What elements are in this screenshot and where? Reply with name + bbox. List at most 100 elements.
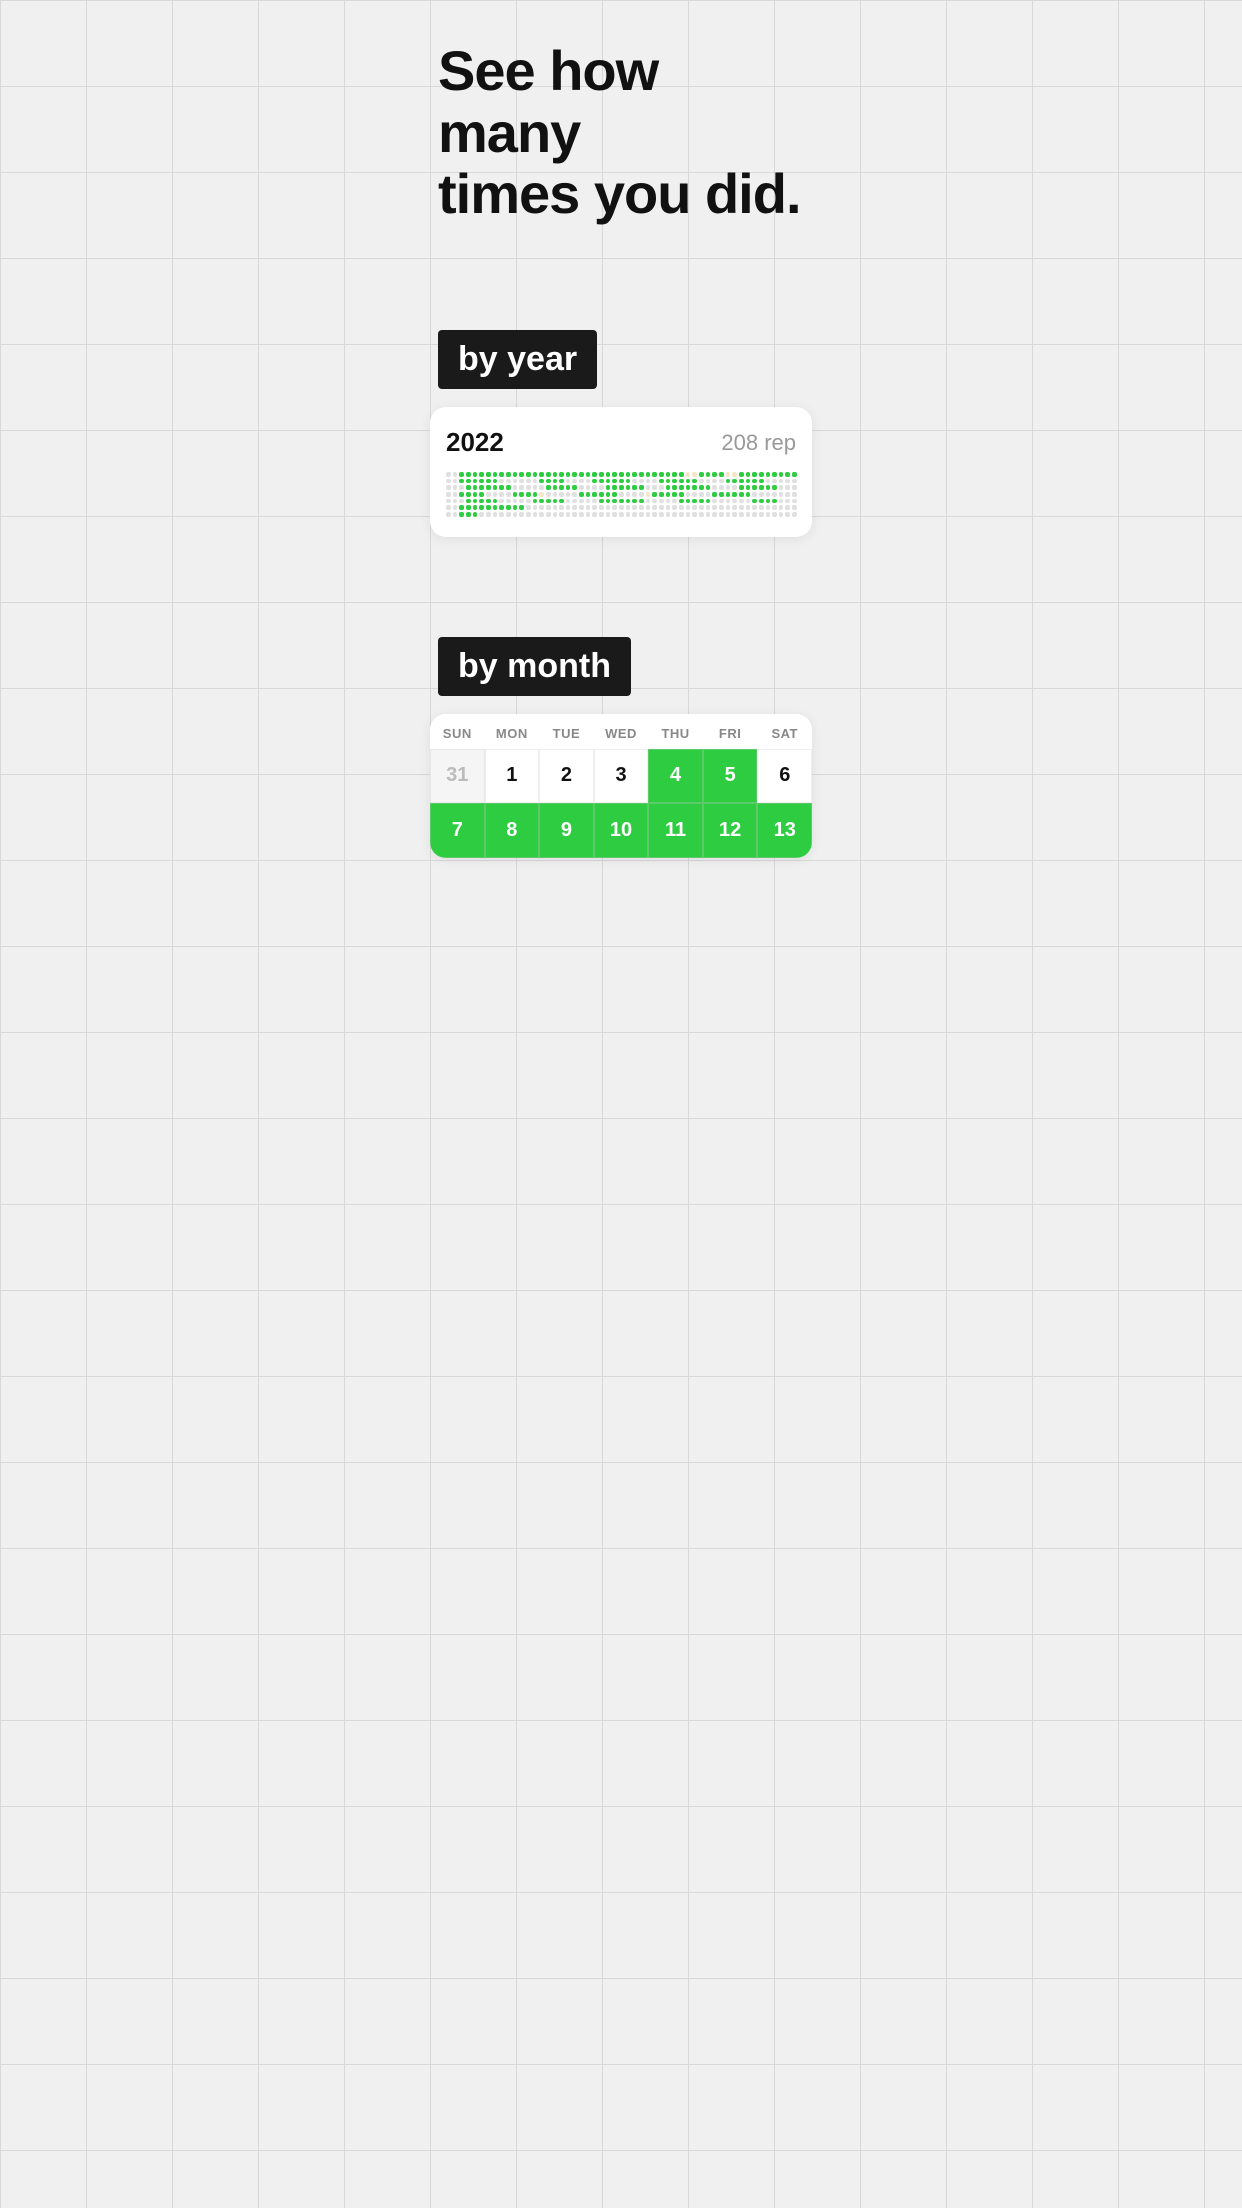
by-month-label[interactable]: by month (438, 637, 631, 696)
heatmap-cell (712, 485, 717, 490)
heatmap-cell (499, 512, 504, 517)
heatmap-cell (526, 485, 531, 490)
heatmap-cell (619, 479, 624, 484)
heatmap-cell (533, 485, 538, 490)
heatmap-cell (599, 505, 604, 510)
heatmap-cell (672, 505, 677, 510)
calendar-day-header: SUN (430, 726, 485, 741)
heatmap-cell (785, 512, 790, 517)
heatmap-cell (553, 472, 558, 477)
calendar-cell[interactable]: 8 (485, 803, 540, 858)
calendar-cell[interactable]: 4 (648, 749, 703, 804)
heatmap-cell (699, 479, 704, 484)
heatmap-cell (579, 485, 584, 490)
heatmap-cell (752, 499, 757, 504)
heatmap-cell (766, 505, 771, 510)
heatmap-cell (632, 505, 637, 510)
section-spacer (414, 557, 828, 617)
heatmap-cell (566, 492, 571, 497)
heatmap-cell (619, 505, 624, 510)
heatmap-cell (533, 479, 538, 484)
heatmap-cell (586, 492, 591, 497)
heatmap-cell (706, 472, 711, 477)
heatmap-cell (453, 499, 458, 504)
calendar-day-header: MON (485, 726, 540, 741)
heatmap-cell (486, 485, 491, 490)
heatmap-cell (666, 492, 671, 497)
heatmap-cell (453, 472, 458, 477)
by-year-label[interactable]: by year (438, 330, 597, 389)
calendar-cell[interactable]: 2 (539, 749, 594, 804)
heatmap-cell (592, 472, 597, 477)
heatmap-cell (592, 479, 597, 484)
heatmap-cell (679, 485, 684, 490)
heatmap-cell (785, 472, 790, 477)
heatmap-cell (626, 505, 631, 510)
heatmap-cell (772, 479, 777, 484)
heatmap-cell (486, 499, 491, 504)
heatmap-cell (553, 505, 558, 510)
heatmap-cell (706, 505, 711, 510)
heatmap-cell (692, 485, 697, 490)
heatmap-cell (486, 472, 491, 477)
heatmap-cell (719, 505, 724, 510)
heatmap-cell (612, 485, 617, 490)
heatmap-cell (686, 492, 691, 497)
heatmap-cell (706, 492, 711, 497)
heatmap-cell (659, 505, 664, 510)
heatmap-cell (739, 505, 744, 510)
heatmap-cell (746, 499, 751, 504)
heatmap-cell (546, 485, 551, 490)
heatmap-cell (666, 505, 671, 510)
calendar-cell[interactable]: 13 (757, 803, 812, 858)
calendar-cell[interactable]: 5 (703, 749, 758, 804)
heatmap-cell (652, 505, 657, 510)
calendar-cell[interactable]: 6 (757, 749, 812, 804)
heatmap-cell (632, 485, 637, 490)
heatmap-cell (626, 492, 631, 497)
heatmap-cell (466, 492, 471, 497)
calendar-cell[interactable]: 9 (539, 803, 594, 858)
heatmap-cell (672, 492, 677, 497)
heatmap-cell (466, 485, 471, 490)
calendar-cell[interactable]: 10 (594, 803, 649, 858)
calendar-cell[interactable]: 12 (703, 803, 758, 858)
heatmap-cell (652, 512, 657, 517)
heatmap-cell (459, 472, 464, 477)
heatmap-cell (479, 479, 484, 484)
heatmap-cell (493, 479, 498, 484)
heatmap-cell (453, 492, 458, 497)
heatmap-cell (759, 505, 764, 510)
heatmap-cell (679, 472, 684, 477)
heatmap-cell (692, 512, 697, 517)
heatmap-cell (466, 472, 471, 477)
heatmap-cell (446, 479, 451, 484)
heatmap-cell (486, 512, 491, 517)
calendar-cell[interactable]: 7 (430, 803, 485, 858)
heatmap-cell (473, 472, 478, 477)
heatmap-cell (539, 485, 544, 490)
heatmap-cell (566, 472, 571, 477)
heatmap-cell (652, 472, 657, 477)
calendar-cell[interactable]: 3 (594, 749, 649, 804)
heatmap-cell (579, 505, 584, 510)
heatmap-cell (659, 499, 664, 504)
heatmap-cell (559, 472, 564, 477)
heatmap-cell (526, 499, 531, 504)
calendar-cell[interactable]: 31 (430, 749, 485, 804)
heatmap-cell (739, 492, 744, 497)
heatmap-cell (466, 479, 471, 484)
calendar-cell[interactable]: 11 (648, 803, 703, 858)
heatmap-cell (533, 492, 538, 497)
heatmap-cell (699, 512, 704, 517)
heatmap-cell (732, 492, 737, 497)
heatmap-cell (672, 499, 677, 504)
heatmap-cell (746, 479, 751, 484)
heatmap-cell (779, 499, 784, 504)
heatmap-cell (539, 479, 544, 484)
heatmap-cell (553, 499, 558, 504)
calendar-cell[interactable]: 1 (485, 749, 540, 804)
heatmap-cell (726, 485, 731, 490)
heatmap-cell (779, 485, 784, 490)
heatmap-cell (646, 505, 651, 510)
